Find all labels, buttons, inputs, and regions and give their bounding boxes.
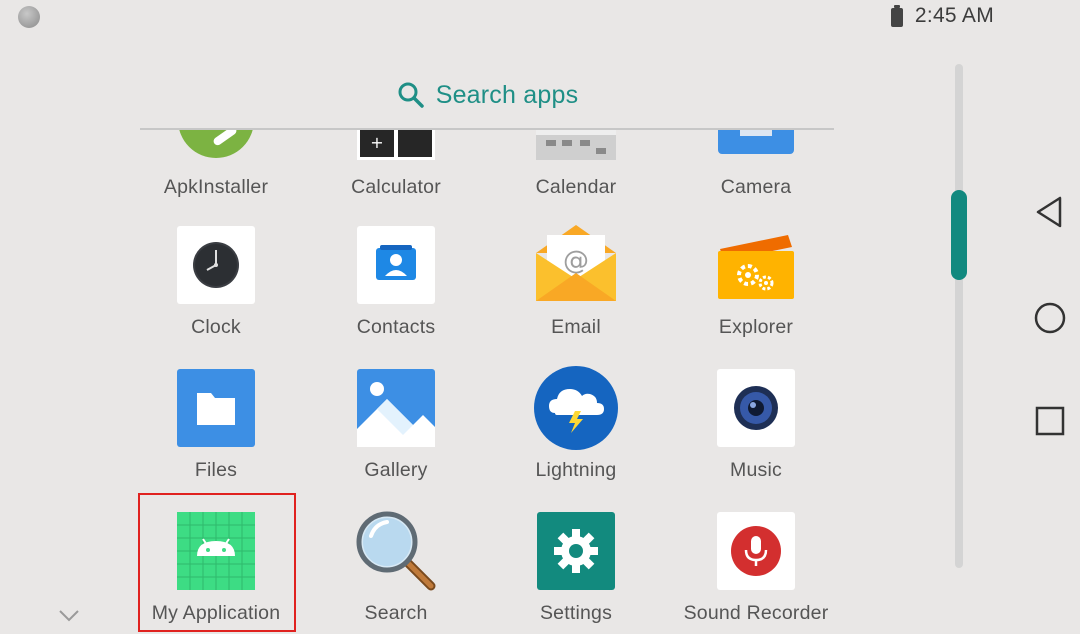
app-label: Contacts (356, 316, 436, 338)
search-icon (398, 82, 424, 108)
app-music[interactable]: Music (666, 363, 846, 506)
svg-text:+: + (370, 133, 383, 152)
lightning-icon (531, 363, 621, 453)
settings-icon (531, 506, 621, 596)
music-icon (711, 363, 801, 453)
app-label: Calendar (535, 176, 617, 198)
microphone-icon (711, 506, 801, 596)
app-clock[interactable]: Clock (126, 220, 306, 363)
camera-icon (711, 130, 801, 160)
home-icon[interactable] (1032, 300, 1068, 336)
app-explorer[interactable]: Explorer (666, 220, 846, 363)
app-label: Search (364, 602, 428, 624)
contacts-icon (351, 220, 441, 310)
gallery-icon (351, 363, 441, 453)
app-email[interactable]: @ Email (486, 220, 666, 363)
recents-icon[interactable] (1032, 403, 1068, 439)
app-label: Explorer (718, 316, 794, 338)
search-apps-bar[interactable]: Search apps (140, 62, 834, 130)
app-settings[interactable]: Settings (486, 506, 666, 634)
app-grid: ApkInstaller + Calculator Calendar Camer… (126, 130, 846, 634)
scrollbar-thumb[interactable] (951, 190, 967, 280)
explorer-icon (711, 220, 801, 310)
app-label: Settings (539, 602, 613, 624)
app-label: Sound Recorder (683, 602, 829, 624)
svg-text:@: @ (563, 246, 589, 276)
status-time: 2:45 AM (914, 4, 994, 27)
app-label: Lightning (535, 459, 617, 481)
back-icon[interactable] (1032, 194, 1068, 230)
status-bar: 2:45 AM (890, 4, 994, 28)
apkinstaller-icon (171, 130, 261, 160)
scrollbar-track[interactable] (955, 64, 963, 568)
app-sound-recorder[interactable]: Sound Recorder (666, 506, 846, 634)
app-search[interactable]: Search (306, 506, 486, 634)
app-label: ApkInstaller (163, 176, 269, 198)
app-lightning[interactable]: Lightning (486, 363, 666, 506)
calendar-icon (531, 130, 621, 160)
magnifier-icon (351, 506, 441, 596)
clock-icon (171, 220, 261, 310)
email-icon: @ (531, 220, 621, 310)
app-label: Files (194, 459, 238, 481)
app-label: Clock (191, 316, 241, 338)
app-contacts[interactable]: Contacts (306, 220, 486, 363)
app-label: Camera (720, 176, 792, 198)
app-label: Music (730, 459, 782, 481)
chevron-down-icon[interactable] (58, 608, 80, 624)
app-files[interactable]: Files (126, 363, 306, 506)
app-label: My Application (151, 602, 281, 624)
notification-dot-icon (18, 6, 40, 28)
app-gallery[interactable]: Gallery (306, 363, 486, 506)
app-label: Gallery (364, 459, 428, 481)
app-label: Calculator (351, 176, 441, 198)
files-icon (171, 363, 261, 453)
android-icon (171, 506, 261, 596)
app-my-application[interactable]: My Application (126, 506, 306, 634)
app-label: Email (551, 316, 601, 338)
search-apps-label: Search apps (435, 80, 579, 109)
calculator-icon: + (351, 130, 441, 160)
battery-charging-icon (890, 5, 903, 27)
